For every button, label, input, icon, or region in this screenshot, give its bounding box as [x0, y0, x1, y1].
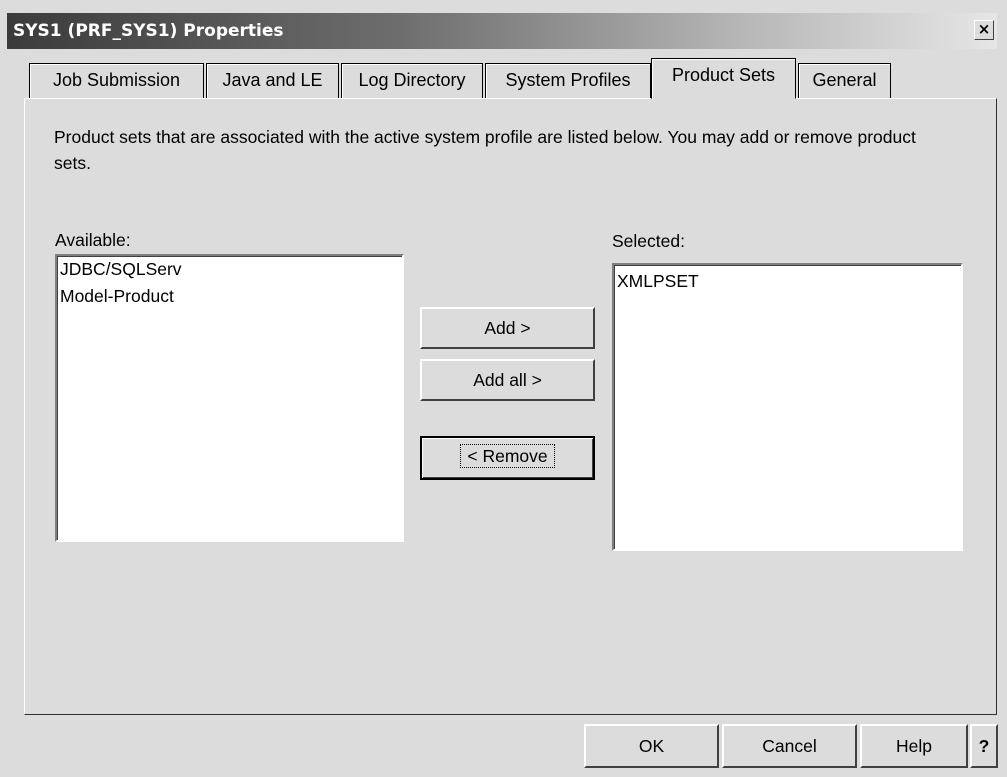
selected-list[interactable]: XMLPSET — [612, 263, 963, 551]
tab-label: Product Sets — [671, 65, 776, 85]
tab-java-and-le[interactable]: Java and LE — [206, 63, 339, 98]
selected-label: Selected: — [612, 231, 685, 251]
tab-label: Job Submission — [52, 70, 181, 90]
context-help-button[interactable]: ? — [970, 724, 998, 768]
tab-product-sets[interactable]: Product Sets — [651, 58, 796, 99]
close-icon: × — [977, 20, 991, 38]
help-button[interactable]: Help — [860, 724, 968, 768]
add-all-button-label: Add all > — [473, 370, 542, 390]
tab-label: System Profiles — [505, 70, 631, 90]
question-mark-icon: ? — [978, 736, 990, 756]
cancel-button[interactable]: Cancel — [722, 724, 857, 768]
remove-button-label: < Remove — [460, 444, 555, 468]
remove-button[interactable]: < Remove — [420, 436, 595, 480]
ok-button[interactable]: OK — [584, 724, 719, 768]
tab-general[interactable]: General — [798, 63, 891, 98]
tab-label: Log Directory — [358, 70, 466, 90]
list-item[interactable]: JDBC/SQLServ — [57, 256, 402, 283]
list-item[interactable]: XMLPSET — [614, 268, 961, 295]
tab-label: Java and LE — [222, 70, 323, 90]
window-title: SYS1 (PRF_SYS1) Properties — [13, 21, 284, 41]
cancel-button-label: Cancel — [762, 736, 817, 756]
tab-system-profiles[interactable]: System Profiles — [485, 63, 651, 98]
add-button[interactable]: Add > — [420, 307, 595, 349]
tab-log-directory[interactable]: Log Directory — [341, 63, 483, 98]
ok-button-label: OK — [638, 736, 665, 756]
close-button[interactable]: × — [974, 20, 994, 40]
available-list[interactable]: JDBC/SQLServ Model-Product — [55, 254, 404, 542]
add-all-button[interactable]: Add all > — [420, 359, 595, 401]
list-item[interactable]: Model-Product — [57, 283, 402, 310]
available-label: Available: — [55, 230, 131, 250]
help-button-label: Help — [896, 736, 932, 756]
panel-description: Product sets that are associated with th… — [54, 127, 916, 173]
tab-label: General — [812, 70, 877, 90]
tab-job-submission[interactable]: Job Submission — [29, 63, 204, 98]
properties-dialog: SYS1 (PRF_SYS1) Properties × Job Submiss… — [0, 0, 1007, 777]
title-bar: SYS1 (PRF_SYS1) Properties — [7, 13, 997, 49]
add-button-label: Add > — [484, 318, 531, 338]
